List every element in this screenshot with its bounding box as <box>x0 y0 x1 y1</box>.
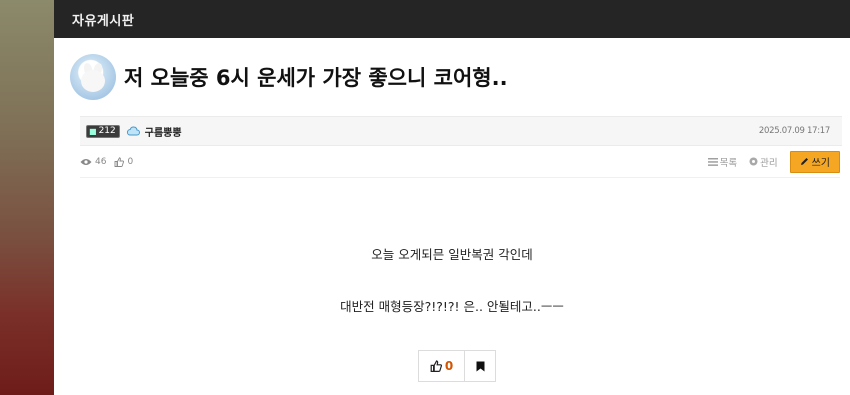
like-button[interactable]: 0 <box>419 351 465 381</box>
post-date: 2025.07.09 17:17 <box>758 126 830 136</box>
thumbs-up-icon <box>115 156 125 167</box>
level-badge: ■ 212 <box>86 124 120 138</box>
post-body-line-2: 대반전 매형등장?!?!?! 은.. 안될테고..ㅡㅡ <box>340 299 564 314</box>
gear-icon <box>749 157 758 166</box>
board-panel: 자유게시판 저 오늘중 6시 운세가 가장 좋으니 코어형.. ■ 212 구름… <box>54 0 850 395</box>
thumbs-up-icon <box>430 360 442 372</box>
author-nickname[interactable]: 구름뿡뿡 <box>145 124 182 139</box>
manage-button[interactable]: 관리 <box>749 155 778 169</box>
write-label: 쓰기 <box>811 158 830 169</box>
view-count: 46 <box>80 157 106 167</box>
like-button-count: 0 <box>444 359 454 373</box>
pencil-icon <box>800 158 808 165</box>
board-header: 자유게시판 <box>54 0 850 38</box>
board-name[interactable]: 자유게시판 <box>72 10 134 29</box>
view-count-value: 46 <box>95 156 107 167</box>
avatar[interactable] <box>70 54 116 100</box>
level-icon: ■ <box>89 126 97 136</box>
list-button[interactable]: 목록 <box>707 155 738 169</box>
post-title: 저 오늘중 6시 운세가 가장 좋으니 코어형.. <box>124 66 508 90</box>
author-bar: ■ 212 구름뿡뿡 2025.07.09 17:17 <box>80 116 842 146</box>
post-body-line-1: 오늘 오게되믄 일반복권 각인데 <box>371 247 533 262</box>
like-count: 0 <box>114 157 133 167</box>
cloud-icon <box>126 126 140 136</box>
list-icon <box>707 157 718 166</box>
bookmark-button[interactable] <box>465 351 495 381</box>
like-count-value: 0 <box>127 156 134 167</box>
vote-box: 0 <box>418 350 496 382</box>
bookmark-icon <box>476 361 484 371</box>
background-wallpaper <box>0 0 54 395</box>
list-label: 목록 <box>719 157 738 169</box>
manage-label: 관리 <box>760 157 778 169</box>
post-title-row: 저 오늘중 6시 운세가 가장 좋으니 코어형.. <box>54 38 850 116</box>
write-button[interactable]: 쓰기 <box>789 150 840 173</box>
level-number: 212 <box>98 126 116 136</box>
eye-icon <box>80 158 92 165</box>
post-actions: 목록 관리 쓰기 <box>707 150 840 173</box>
post-meta-row: 46 0 목록 관리 쓰기 <box>80 146 840 178</box>
